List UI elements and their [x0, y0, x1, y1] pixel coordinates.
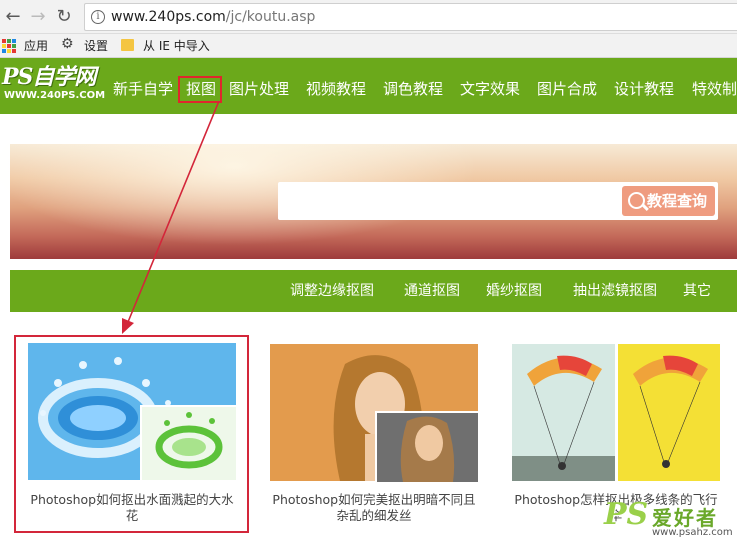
site-watermark: PS 爱好者 www.psahz.com	[602, 497, 737, 541]
watermark-url: www.psahz.com	[652, 527, 733, 538]
annotation-arrow	[122, 100, 220, 334]
watermark-ps: PS	[604, 497, 649, 532]
